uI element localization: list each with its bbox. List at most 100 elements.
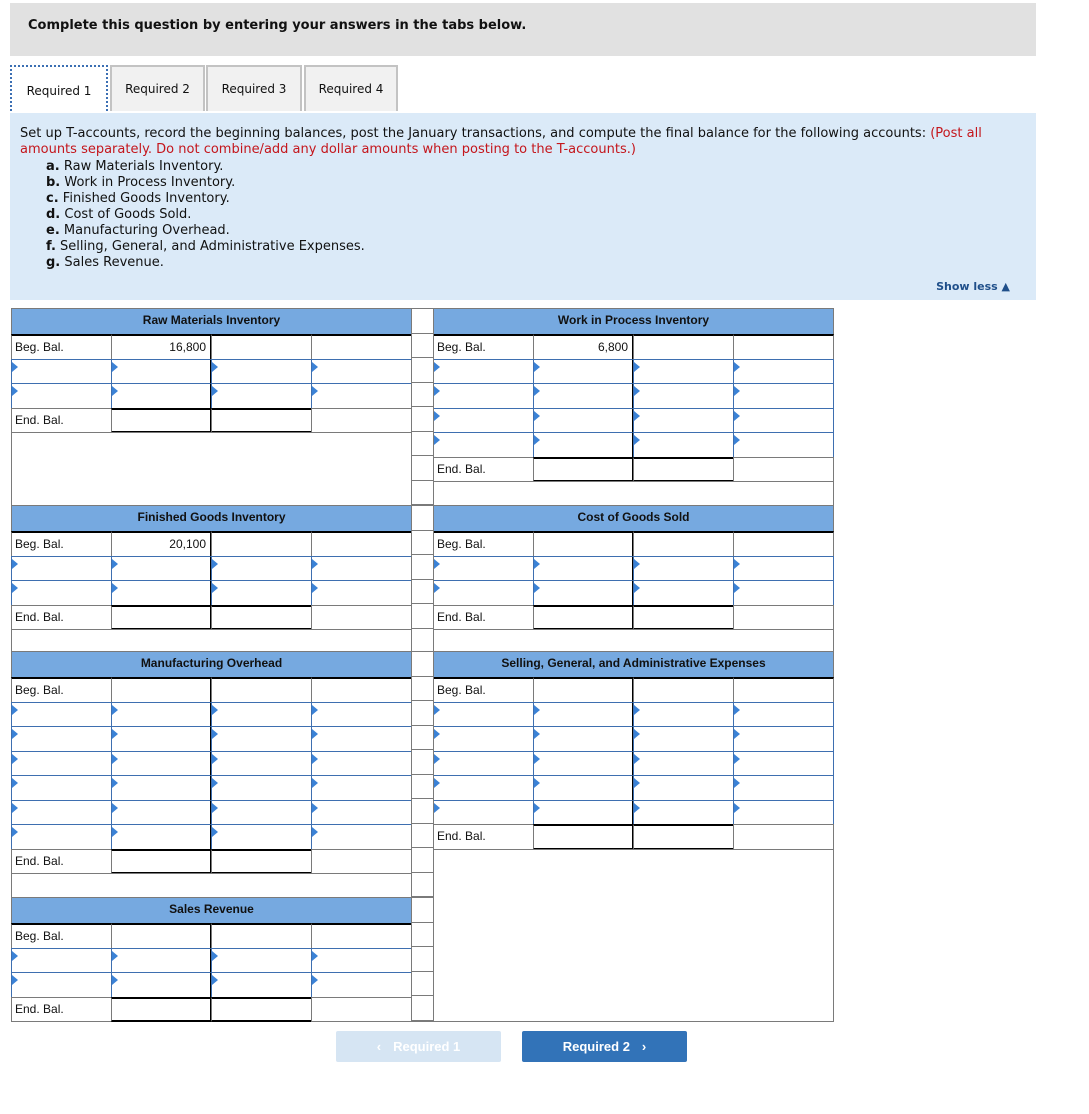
end-bal-debit-input[interactable] (533, 824, 634, 850)
debit-account-dropdown[interactable] (11, 580, 112, 606)
credit-amount-input[interactable] (311, 775, 412, 801)
beg-bal-credit-amount[interactable] (311, 531, 412, 557)
debit-amount-input[interactable] (533, 775, 634, 801)
credit-amount-input[interactable] (733, 358, 834, 384)
credit-amount-input[interactable] (311, 947, 412, 973)
credit-amount-input[interactable] (733, 750, 834, 776)
credit-account-dropdown[interactable] (633, 432, 734, 458)
credit-amount-input[interactable] (733, 383, 834, 409)
credit-amount-input[interactable] (311, 799, 412, 825)
debit-account-dropdown[interactable] (11, 972, 112, 998)
debit-account-dropdown[interactable] (433, 799, 534, 825)
beg-bal-credit-input[interactable] (211, 677, 312, 703)
credit-account-dropdown[interactable] (211, 775, 312, 801)
credit-amount-input[interactable] (311, 580, 412, 606)
end-bal-debit-input[interactable] (111, 996, 212, 1022)
beg-bal-credit-input[interactable] (211, 923, 312, 949)
debit-amount-input[interactable] (533, 358, 634, 384)
credit-amount-input[interactable] (733, 799, 834, 825)
beg-bal-debit-input[interactable] (533, 531, 634, 557)
credit-amount-input[interactable] (311, 726, 412, 752)
debit-amount-input[interactable] (533, 383, 634, 409)
credit-amount-input[interactable] (311, 555, 412, 581)
beg-bal-credit-input[interactable] (211, 334, 312, 360)
credit-account-dropdown[interactable] (633, 775, 734, 801)
debit-account-dropdown[interactable] (11, 383, 112, 409)
credit-amount-input[interactable] (733, 726, 834, 752)
next-required-button[interactable]: Required 2 › (522, 1031, 687, 1062)
tab-required-2[interactable]: Required 2 (110, 65, 205, 111)
debit-account-dropdown[interactable] (11, 701, 112, 727)
credit-amount-input[interactable] (311, 824, 412, 850)
credit-account-dropdown[interactable] (211, 972, 312, 998)
debit-account-dropdown[interactable] (11, 358, 112, 384)
beg-bal-credit-amount[interactable] (733, 677, 834, 703)
credit-amount-input[interactable] (733, 555, 834, 581)
debit-account-dropdown[interactable] (433, 555, 534, 581)
beg-bal-credit-amount[interactable] (311, 923, 412, 949)
credit-account-dropdown[interactable] (633, 750, 734, 776)
credit-account-dropdown[interactable] (633, 799, 734, 825)
tab-required-1[interactable]: Required 1 (10, 65, 108, 115)
debit-account-dropdown[interactable] (433, 358, 534, 384)
beg-bal-credit-input[interactable] (633, 334, 734, 360)
credit-amount-input[interactable] (733, 701, 834, 727)
beg-bal-credit-amount[interactable] (311, 677, 412, 703)
debit-amount-input[interactable] (111, 701, 212, 727)
end-bal-debit-input[interactable] (111, 604, 212, 630)
credit-amount-input[interactable] (311, 383, 412, 409)
debit-amount-input[interactable] (111, 972, 212, 998)
debit-amount-input[interactable] (533, 432, 634, 458)
show-less-link[interactable]: Show less ▲ (936, 280, 1010, 293)
beg-bal-debit-input[interactable] (111, 677, 212, 703)
end-bal-credit-input[interactable] (211, 604, 312, 630)
debit-amount-input[interactable] (533, 555, 634, 581)
beg-bal-credit-input[interactable] (211, 531, 312, 557)
beg-bal-credit-input[interactable] (633, 677, 734, 703)
credit-account-dropdown[interactable] (211, 358, 312, 384)
debit-account-dropdown[interactable] (11, 555, 112, 581)
debit-amount-input[interactable] (111, 383, 212, 409)
debit-account-dropdown[interactable] (11, 750, 112, 776)
beg-bal-credit-amount[interactable] (733, 531, 834, 557)
debit-amount-input[interactable] (111, 358, 212, 384)
prev-required-button[interactable]: ‹ Required 1 (336, 1031, 501, 1062)
beg-bal-credit-input[interactable] (633, 531, 734, 557)
credit-account-dropdown[interactable] (211, 383, 312, 409)
debit-account-dropdown[interactable] (433, 432, 534, 458)
debit-amount-input[interactable] (111, 555, 212, 581)
debit-amount-input[interactable] (111, 750, 212, 776)
debit-amount-input[interactable] (533, 701, 634, 727)
credit-amount-input[interactable] (733, 432, 834, 458)
beg-bal-debit-input[interactable] (533, 677, 634, 703)
debit-amount-input[interactable] (533, 580, 634, 606)
debit-account-dropdown[interactable] (433, 383, 534, 409)
credit-account-dropdown[interactable] (633, 701, 734, 727)
credit-account-dropdown[interactable] (633, 580, 734, 606)
credit-amount-input[interactable] (733, 407, 834, 433)
credit-account-dropdown[interactable] (211, 799, 312, 825)
credit-account-dropdown[interactable] (211, 555, 312, 581)
debit-account-dropdown[interactable] (433, 580, 534, 606)
end-bal-credit-input[interactable] (633, 604, 734, 630)
debit-account-dropdown[interactable] (433, 726, 534, 752)
debit-account-dropdown[interactable] (433, 701, 534, 727)
debit-account-dropdown[interactable] (11, 947, 112, 973)
credit-amount-input[interactable] (733, 775, 834, 801)
end-bal-credit-input[interactable] (211, 407, 312, 433)
end-bal-credit-input[interactable] (211, 848, 312, 874)
debit-account-dropdown[interactable] (11, 824, 112, 850)
credit-account-dropdown[interactable] (633, 358, 734, 384)
credit-amount-input[interactable] (311, 972, 412, 998)
debit-account-dropdown[interactable] (11, 799, 112, 825)
end-bal-debit-input[interactable] (111, 848, 212, 874)
end-bal-credit-input[interactable] (633, 456, 734, 482)
credit-account-dropdown[interactable] (211, 701, 312, 727)
debit-account-dropdown[interactable] (433, 407, 534, 433)
tab-required-3[interactable]: Required 3 (206, 65, 302, 111)
credit-account-dropdown[interactable] (211, 580, 312, 606)
end-bal-debit-input[interactable] (533, 604, 634, 630)
debit-account-dropdown[interactable] (433, 750, 534, 776)
debit-account-dropdown[interactable] (11, 775, 112, 801)
credit-account-dropdown[interactable] (633, 555, 734, 581)
